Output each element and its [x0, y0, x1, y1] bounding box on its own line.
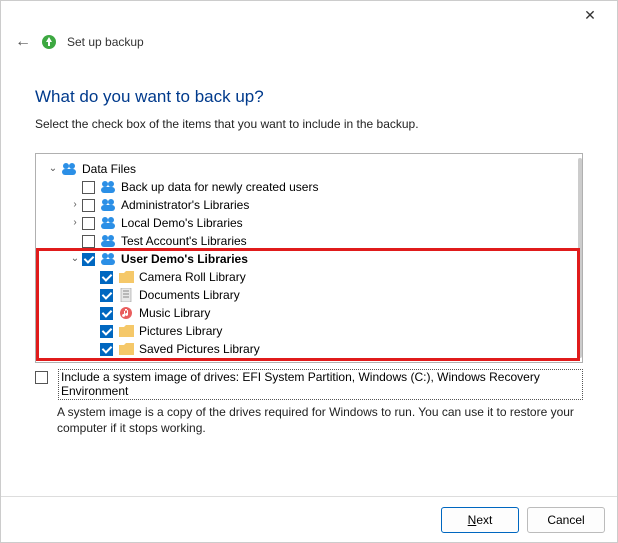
back-arrow-icon[interactable]: ← [15, 33, 31, 51]
checkbox[interactable] [82, 181, 95, 194]
system-image-checkbox[interactable] [35, 371, 48, 384]
expand-toggle-icon[interactable]: ⌄ [68, 250, 82, 268]
folder-icon [118, 342, 134, 356]
expand-toggle-icon[interactable]: › [68, 214, 82, 232]
users-icon [100, 216, 116, 230]
tree-label: Camera Roll Library [139, 268, 246, 286]
expand-toggle-icon[interactable]: › [68, 196, 82, 214]
expand-toggle-icon[interactable]: ⌄ [46, 160, 60, 178]
tree-node-user-demo[interactable]: ⌄ User Demo's Libraries [40, 250, 578, 268]
tree-node-test-account[interactable]: Test Account's Libraries [40, 232, 578, 250]
checkbox[interactable] [82, 253, 95, 266]
checkbox[interactable] [100, 307, 113, 320]
tree-label: Back up data for newly created users [121, 178, 318, 196]
tree-node-new-users[interactable]: Back up data for newly created users [40, 178, 578, 196]
system-image-label[interactable]: Include a system image of drives: EFI Sy… [58, 369, 583, 400]
tree-label: User Demo's Libraries [121, 250, 248, 268]
tree-node-saved-pictures[interactable]: Saved Pictures Library [40, 340, 578, 358]
tree-label: Administrator's Libraries [121, 196, 249, 214]
tree-label: Data Files [82, 160, 136, 178]
tree-node-music[interactable]: Music Library [40, 304, 578, 322]
backup-wizard-icon [41, 34, 57, 50]
tree-label: Test Account's Libraries [121, 232, 247, 250]
next-button[interactable]: Next [441, 507, 519, 533]
tree-label: Pictures Library [139, 322, 222, 340]
page-description: Select the check box of the items that y… [35, 117, 583, 131]
users-icon [100, 252, 116, 266]
tree-node-data-files[interactable]: ⌄ Data Files [40, 160, 578, 178]
checkbox[interactable] [82, 199, 95, 212]
tree-label: Documents Library [139, 286, 240, 304]
tree-label: Music Library [139, 304, 210, 322]
folder-icon [118, 324, 134, 338]
backup-tree[interactable]: ⌄ Data Files Back up data for newly crea… [35, 153, 583, 363]
cancel-button[interactable]: Cancel [527, 507, 605, 533]
folder-icon [118, 270, 134, 284]
system-image-description: A system image is a copy of the drives r… [57, 404, 583, 436]
users-icon [100, 180, 116, 194]
users-icon [61, 162, 77, 176]
close-button[interactable]: ✕ [573, 7, 607, 24]
scrollbar[interactable] [578, 158, 582, 358]
checkbox[interactable] [82, 217, 95, 230]
checkbox[interactable] [82, 235, 95, 248]
tree-node-documents[interactable]: Documents Library [40, 286, 578, 304]
music-icon [118, 306, 134, 320]
document-icon [118, 288, 134, 302]
checkbox[interactable] [100, 271, 113, 284]
checkbox[interactable] [100, 289, 113, 302]
tree-node-pictures[interactable]: Pictures Library [40, 322, 578, 340]
users-icon [100, 234, 116, 248]
tree-node-local-demo[interactable]: › Local Demo's Libraries [40, 214, 578, 232]
users-icon [100, 198, 116, 212]
tree-node-camera-roll[interactable]: Camera Roll Library [40, 268, 578, 286]
checkbox[interactable] [100, 343, 113, 356]
window-title: Set up backup [67, 35, 144, 49]
checkbox[interactable] [100, 325, 113, 338]
tree-node-administrator[interactable]: › Administrator's Libraries [40, 196, 578, 214]
page-heading: What do you want to back up? [35, 87, 583, 107]
tree-label: Saved Pictures Library [139, 340, 260, 358]
tree-label: Local Demo's Libraries [121, 214, 243, 232]
